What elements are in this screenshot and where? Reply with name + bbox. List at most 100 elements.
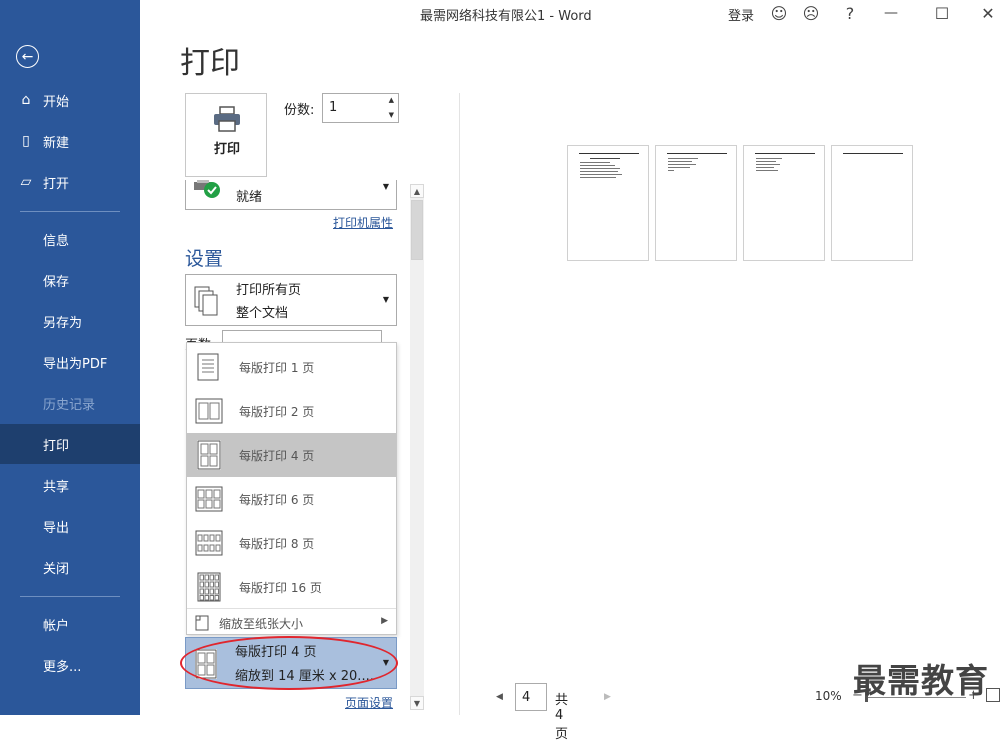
printer-icon [214,106,240,132]
submenu-arrow-icon: ▶ [381,616,388,626]
nav-item-label: 开始 [43,94,70,110]
spin-up-icon[interactable]: ▲ [389,96,394,104]
nav-item-label: 新建 [43,135,70,151]
nav-item-label: 另存为 [43,315,83,331]
scroll-down-icon[interactable]: ▼ [410,696,424,710]
menu-item-label: 每版打印 6 页 [239,493,315,507]
settings-scrollbar[interactable]: ▲ ▼ [410,184,424,710]
highlight-oval [180,636,398,690]
pages-icon [194,286,218,316]
eight-pages-icon [195,530,223,556]
scroll-thumb[interactable] [411,200,423,260]
nav-item-account[interactable]: 帐户 [0,604,140,644]
page-setup-link[interactable]: 页面设置 [345,694,393,711]
nav-item-export[interactable]: 导出 [0,506,140,546]
copies-label: 份数: [284,103,315,118]
title-bar: 最需网络科技有限公1 - Word 登录 ☺ ☹ ? — ☐ ✕ [140,0,1007,28]
spin-down-icon[interactable]: ▼ [389,111,394,119]
nav-item-home[interactable]: ⌂ 开始 [0,80,140,120]
help-icon[interactable]: ? [839,3,861,23]
current-page-input[interactable]: 4 [515,683,547,711]
new-doc-icon: ▯ [22,133,30,149]
menu-item-label: 每版打印 2 页 [239,405,315,419]
six-pages-icon [195,486,223,512]
print-button-label: 打印 [213,142,240,157]
printer-ready-icon [194,180,220,198]
dropdown-caret-icon: ▼ [382,182,389,191]
nav-item-label: 关闭 [43,561,70,577]
current-page-value: 4 [522,690,531,705]
nav-separator [20,596,120,597]
page-title: 打印 [180,46,240,81]
print-range-line2: 整个文档 [236,306,289,321]
nav-item-new[interactable]: ▯ 新建 [0,121,140,161]
printer-status: 就绪 [236,190,263,205]
menu-item-8-pages[interactable]: 每版打印 8 页 [187,521,396,565]
nav-item-export-pdf[interactable]: 导出为PDF [0,342,140,382]
nav-item-save[interactable]: 保存 [0,260,140,300]
nav-item-save-as[interactable]: 另存为 [0,301,140,341]
nav-item-info[interactable]: 信息 [0,219,140,259]
nav-separator [20,211,120,212]
backstage-nav: ← ⌂ 开始 ▯ 新建 ▱ 打开 信息 保存 另存为 导出为PDF 历史记录 打… [0,0,140,715]
total-pages: 共 4 页 [555,693,569,742]
menu-item-16-pages[interactable]: 每版打印 16 页 [187,565,396,609]
nav-item-label: 打印 [43,438,70,454]
pages-per-sheet-menu: 每版打印 1 页 每版打印 2 页 每版打印 4 页 每版打印 6 页 每版打印… [186,342,397,635]
print-range-line1: 打印所有页 [236,283,302,298]
menu-item-label: 缩放至纸张大小 [219,617,304,631]
nav-item-label: 帐户 [43,618,70,634]
nav-item-print[interactable]: 打印 [0,424,140,464]
nav-item-history: 历史记录 [0,383,140,423]
smile-icon[interactable]: ☺ [768,3,790,23]
four-pages-icon [197,440,221,470]
nav-item-label: 导出为PDF [43,356,108,372]
copies-value: 1 [329,100,338,115]
zoom-level: 10% [815,689,842,703]
prev-page-icon[interactable]: ◀ [496,692,503,702]
folder-open-icon: ▱ [20,174,32,190]
next-page-icon[interactable]: ▶ [604,692,611,702]
nav-item-close[interactable]: 关闭 [0,547,140,587]
nav-item-label: 保存 [43,274,70,290]
menu-item-label: 每版打印 16 页 [239,581,322,595]
home-icon: ⌂ [21,92,31,108]
frown-icon[interactable]: ☹ [800,3,822,23]
menu-item-scale-to-paper[interactable]: 缩放至纸张大小 ▶ [187,610,396,636]
menu-item-1-page[interactable]: 每版打印 1 页 [187,345,396,389]
print-button[interactable]: 打印 [185,93,267,177]
print-range-selector[interactable]: 打印所有页 整个文档 ▼ [185,274,397,326]
menu-item-label: 每版打印 4 页 [239,449,315,463]
scroll-up-icon[interactable]: ▲ [410,184,424,198]
menu-divider [187,608,396,609]
login-link[interactable]: 登录 [728,5,754,24]
close-icon[interactable]: ✕ [977,3,999,23]
copies-input[interactable]: 1 ▲ ▼ [322,93,399,123]
nav-item-label: 导出 [43,520,70,536]
preview-page [655,145,737,261]
back-arrow-icon[interactable]: ← [16,45,39,68]
scale-paper-icon [195,615,209,631]
two-pages-icon [195,398,223,424]
nav-item-label: 打开 [43,176,70,192]
preview-page [567,145,649,261]
menu-item-label: 每版打印 1 页 [239,361,315,375]
nav-item-share[interactable]: 共享 [0,465,140,505]
preview-page [831,145,913,261]
watermark: 最需教育 [853,661,989,700]
printer-selector[interactable]: 就绪 ▼ [185,180,397,210]
window-title: 最需网络科技有限公1 - Word [420,9,592,24]
menu-item-6-pages[interactable]: 每版打印 6 页 [187,477,396,521]
panel-divider [459,93,460,715]
nav-item-open[interactable]: ▱ 打开 [0,162,140,202]
maximize-icon[interactable]: ☐ [931,3,953,23]
nav-item-more[interactable]: 更多... [0,645,140,685]
menu-item-4-pages[interactable]: 每版打印 4 页 [187,433,396,477]
sixteen-pages-icon [197,572,221,602]
preview-page [743,145,825,261]
printer-properties-link[interactable]: 打印机属性 [333,214,393,231]
one-page-icon [197,353,219,381]
menu-item-2-pages[interactable]: 每版打印 2 页 [187,389,396,433]
minimize-icon[interactable]: — [880,3,902,23]
nav-item-label: 历史记录 [43,397,96,413]
